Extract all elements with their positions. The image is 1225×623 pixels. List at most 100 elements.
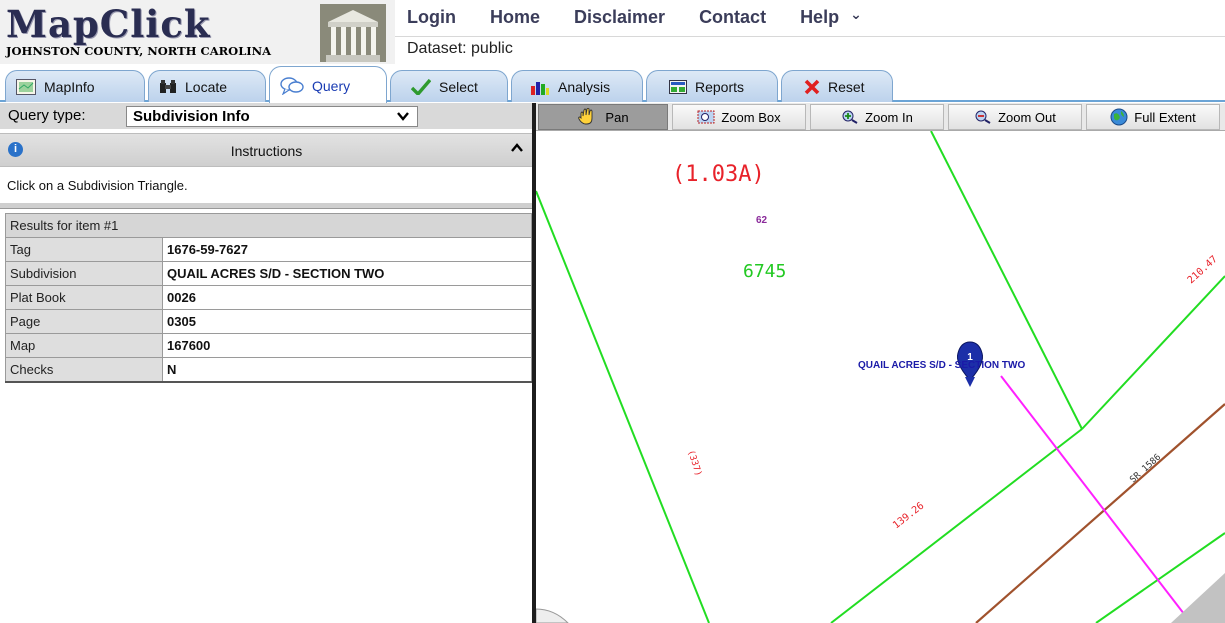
parcel-line	[1081, 275, 1225, 430]
header-divider	[395, 36, 1225, 37]
hand-icon	[577, 108, 599, 126]
binoculars-icon	[159, 79, 177, 94]
chevron-down-icon: ⌄	[850, 6, 862, 22]
instructions-title: Instructions	[230, 143, 303, 159]
nav-help[interactable]: Help ⌄	[800, 6, 862, 37]
subdivision-label: QUAIL ACRES S/D - SECTION TWO	[858, 360, 1025, 371]
parcel-line	[830, 428, 1083, 623]
zoom-in-button[interactable]: Zoom In	[810, 104, 944, 130]
tab-label: Select	[439, 78, 478, 95]
zoom-out-button[interactable]: Zoom Out	[948, 104, 1082, 130]
results-header: Results for item #1	[5, 213, 532, 238]
result-key: Tag	[5, 237, 163, 262]
chevron-down-icon	[397, 108, 409, 127]
tab-analysis[interactable]: Analysis	[511, 70, 643, 102]
zoom-box-label: Zoom Box	[721, 109, 781, 125]
query-panel: Query type: Subdivision Info i Instructi…	[0, 103, 533, 623]
report-icon	[669, 79, 687, 94]
tab-locate[interactable]: Locate	[148, 70, 266, 102]
courthouse-icon	[320, 4, 386, 62]
lot-number-label: 62	[756, 215, 768, 226]
logo-subtitle: JOHNSTON COUNTY, NORTH CAROLINA	[6, 44, 272, 58]
zoom-out-label: Zoom Out	[998, 109, 1056, 125]
tab-mapinfo[interactable]: MapInfo	[5, 70, 145, 102]
panel-separator	[0, 203, 533, 209]
nav-disclaimer[interactable]: Disclaimer	[574, 7, 665, 37]
checkmark-icon	[411, 78, 431, 95]
parcel-number-label: 6745	[743, 261, 786, 282]
map-feature	[536, 608, 569, 623]
road-label: SR 1586	[1128, 452, 1163, 485]
logo: MapClick JOHNSTON COUNTY, NORTH CAROLINA	[0, 0, 395, 64]
nav-home[interactable]: Home	[490, 7, 540, 37]
table-row: Tag 1676-59-7627	[5, 237, 532, 262]
nav-help-label: Help	[800, 7, 840, 27]
result-key: Page	[5, 309, 163, 334]
map-view[interactable]: (1.03A) 62 6745 QUAIL ACRES S/D - SECTIO…	[536, 131, 1225, 623]
full-extent-label: Full Extent	[1134, 109, 1196, 125]
table-row: Page 0305	[5, 309, 532, 334]
result-key: Plat Book	[5, 285, 163, 310]
tab-reset[interactable]: Reset	[781, 70, 893, 102]
zoom-box-button[interactable]: Zoom Box	[672, 104, 806, 130]
tab-query[interactable]: Query	[269, 66, 387, 104]
result-value: N	[162, 357, 532, 383]
query-type-label: Query type:	[8, 107, 86, 124]
zoom-out-icon	[974, 110, 992, 124]
tab-label: Locate	[185, 78, 228, 95]
tab-select[interactable]: Select	[390, 70, 508, 102]
result-value: 1676-59-7627	[162, 237, 532, 262]
result-value: 0305	[162, 309, 532, 334]
result-value: QUAIL ACRES S/D - SECTION TWO	[162, 261, 532, 286]
globe-icon	[1110, 108, 1128, 126]
tab-label: Analysis	[558, 78, 611, 95]
tab-label: Reset	[828, 78, 865, 95]
result-key: Map	[5, 333, 163, 358]
top-navigation: Login Home Disclaimer Contact Help ⌄	[395, 6, 884, 37]
parcel-line	[536, 190, 710, 623]
tab-reports[interactable]: Reports	[646, 70, 778, 102]
zoom-in-icon	[841, 110, 859, 124]
tab-label: Query	[312, 77, 351, 94]
query-type-value: Subdivision Info	[133, 108, 250, 125]
x-icon	[804, 79, 820, 95]
tab-label: Reports	[695, 78, 745, 95]
dimension-label: 210.47	[1186, 254, 1220, 286]
result-key: Checks	[5, 357, 163, 383]
road-line	[975, 403, 1225, 623]
instructions-text: Click on a Subdivision Triangle.	[7, 178, 188, 193]
instructions-header[interactable]: i Instructions	[0, 133, 533, 167]
map-toolbar: Pan Zoom Box Zoom In Zoom Out Full Exten…	[536, 103, 1225, 131]
pan-button[interactable]: Pan	[538, 104, 668, 130]
nav-contact[interactable]: Contact	[699, 7, 766, 37]
results-header-row: Results for item #1	[5, 213, 532, 238]
results-table: Results for item #1 Tag 1676-59-7627 Sub…	[5, 213, 532, 383]
full-extent-button[interactable]: Full Extent	[1086, 104, 1220, 130]
result-value: 0026	[162, 285, 532, 310]
marker-number: 1	[967, 352, 973, 363]
table-row: Subdivision QUAIL ACRES S/D - SECTION TW…	[5, 261, 532, 286]
logo-title: MapClick	[6, 2, 211, 46]
map-icon	[16, 78, 36, 95]
table-row: Map 167600	[5, 333, 532, 358]
result-key: Subdivision	[5, 261, 163, 286]
speech-bubbles-icon	[280, 76, 304, 95]
collapse-caret-icon[interactable]	[511, 140, 523, 156]
tab-bar: MapInfo Locate Query Select Analysis Rep…	[0, 64, 1225, 104]
table-row: Plat Book 0026	[5, 285, 532, 310]
query-type-bar: Query type: Subdivision Info	[0, 103, 533, 129]
query-type-select[interactable]: Subdivision Info	[126, 106, 418, 127]
acreage-label: (1.03A)	[672, 162, 765, 187]
map-canvas[interactable]: (1.03A) 62 6745 QUAIL ACRES S/D - SECTIO…	[536, 131, 1225, 623]
zoom-box-icon	[697, 110, 715, 124]
shaded-parcel	[1171, 573, 1225, 623]
table-row: Checks N	[5, 357, 532, 383]
pan-label: Pan	[605, 109, 629, 125]
dataset-label: Dataset: public	[407, 40, 513, 57]
result-value: 167600	[162, 333, 532, 358]
dimension-label: 139.26	[891, 500, 926, 531]
nav-login[interactable]: Login	[407, 7, 456, 37]
tab-label: MapInfo	[44, 78, 95, 95]
bar-chart-icon	[530, 79, 550, 95]
zoom-in-label: Zoom In	[865, 109, 913, 125]
